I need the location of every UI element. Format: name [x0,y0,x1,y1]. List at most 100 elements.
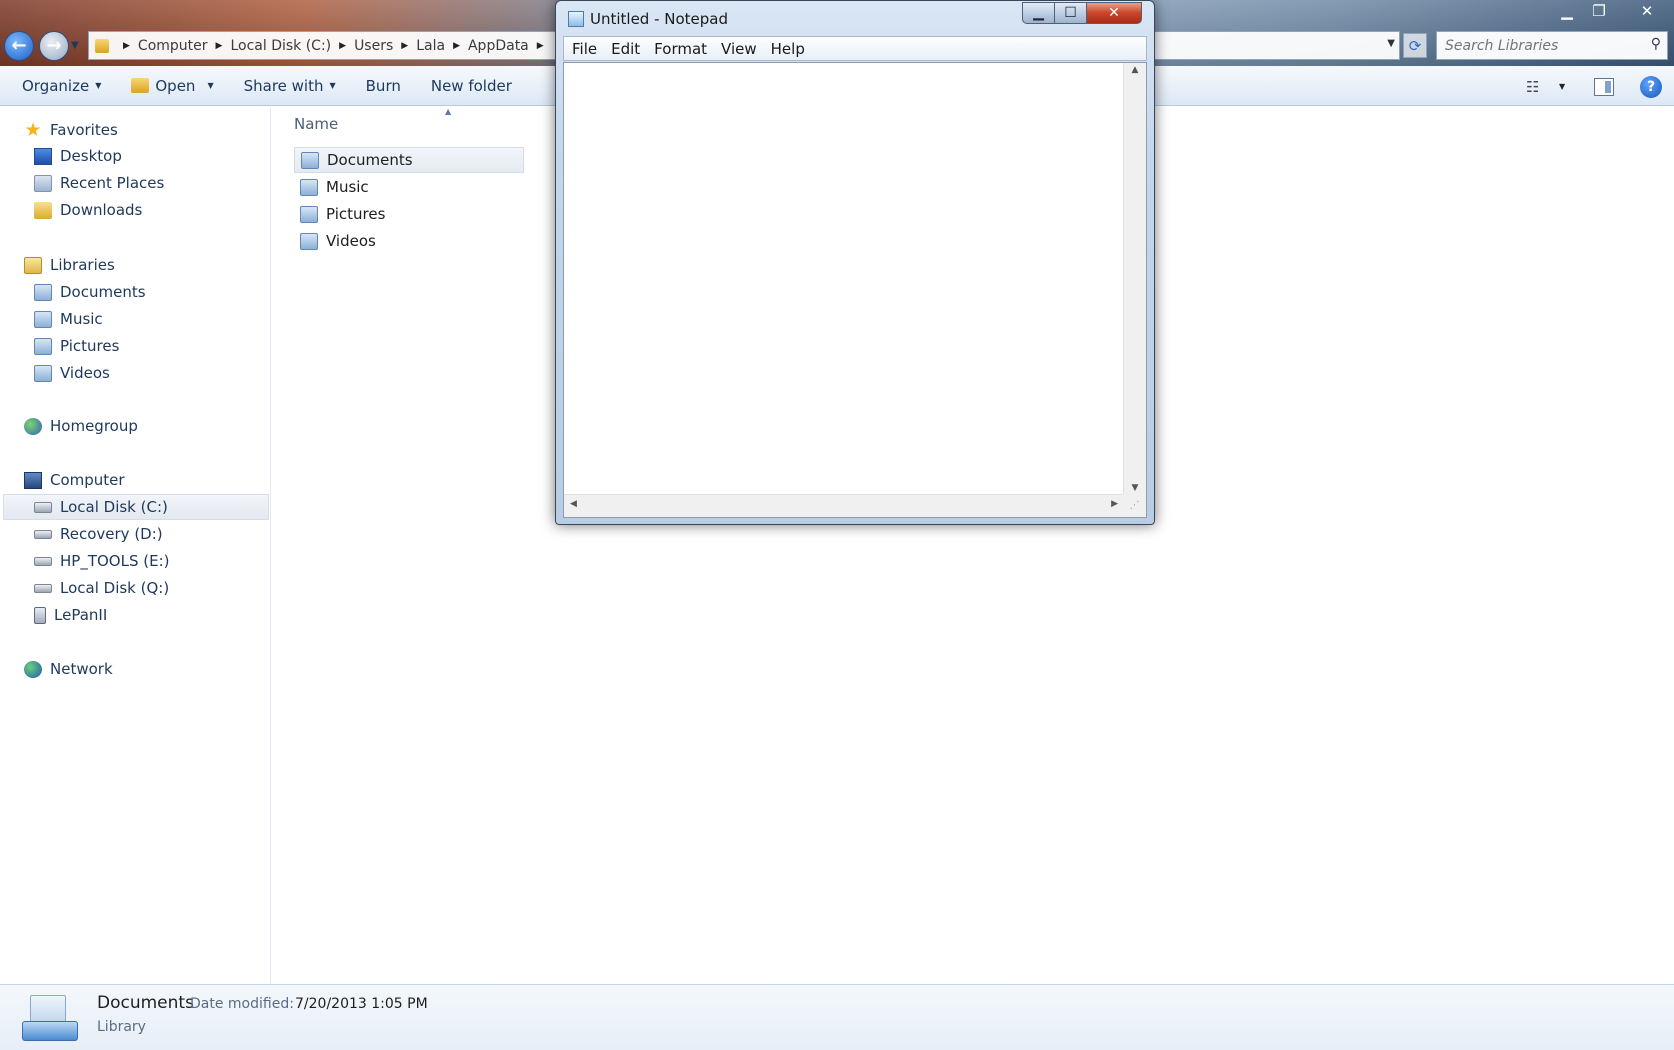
music-library-icon [300,178,318,196]
notepad-minimize-button[interactable]: ▁ [1022,2,1055,24]
nav-item-hp-tools-e[interactable]: HP_TOOLS (E:) [34,548,169,574]
menu-edit[interactable]: Edit [611,40,640,58]
breadcrumb-computer[interactable]: Computer [138,38,208,54]
nav-item-videos[interactable]: Videos [34,360,110,386]
nav-favorites[interactable]: ★ Favorites [24,117,117,143]
breadcrumb-label: Local Disk (C:) [230,37,332,54]
nav-label: Homegroup [50,417,138,435]
burn-button[interactable]: Burn [366,77,401,95]
homegroup-icon [24,417,42,435]
preview-pane-button[interactable] [1594,78,1614,96]
scroll-left-icon[interactable]: ◀ [570,499,577,509]
open-folder-icon [131,78,150,93]
nav-libraries[interactable]: Libraries [24,252,115,278]
explorer-restore-button[interactable]: ❐ [1582,0,1616,22]
nav-item-recovery-d[interactable]: Recovery (D:) [34,521,163,547]
organize-button[interactable]: Organize ▼ [22,77,101,95]
back-button[interactable]: ← [4,31,34,61]
nav-computer[interactable]: Computer [24,467,125,493]
notepad-text-input[interactable] [564,63,1124,495]
horizontal-scrollbar[interactable]: ◀ ▶ [564,494,1124,517]
breadcrumb-separator-icon[interactable]: ▶ [401,41,408,51]
folder-icon [95,38,109,53]
breadcrumb-separator-icon[interactable]: ▶ [216,41,223,51]
scroll-down-icon[interactable]: ▼ [1124,483,1146,493]
drive-icon [34,529,52,539]
breadcrumb-appdata[interactable]: AppData [468,38,529,54]
change-view-icon[interactable]: ☷ [1526,78,1539,96]
notepad-maximize-button[interactable]: ☐ [1054,2,1087,24]
breadcrumb-label: AppData [467,37,529,54]
file-label: Pictures [326,205,386,223]
breadcrumb-separator-icon[interactable]: ▶ [123,41,130,51]
recent-pages-dropdown[interactable]: ▼ [71,40,79,51]
nav-label: Downloads [60,201,143,219]
menu-view[interactable]: View [721,40,757,58]
breadcrumb-separator-icon[interactable]: ▶ [453,41,460,51]
file-row-pictures[interactable]: Pictures [294,201,524,227]
file-label: Music [326,178,369,196]
breadcrumb-users[interactable]: Users [354,38,393,54]
explorer-minimize-button[interactable]: ▁ [1550,0,1584,22]
nav-label: LePanII [54,606,108,624]
notepad-window: Untitled - Notepad ▁ ☐ ✕ File Edit Forma… [555,0,1155,525]
breadcrumb-separator-icon[interactable]: ▶ [537,41,544,51]
breadcrumb-local-disk-c[interactable]: Local Disk (C:) [230,38,331,54]
open-button[interactable]: Open ▼ [131,76,214,95]
menu-help[interactable]: Help [771,40,805,58]
nav-item-pictures[interactable]: Pictures [34,333,119,359]
nav-label: Recovery (D:) [60,525,163,543]
menu-format[interactable]: Format [654,40,707,58]
file-label: Videos [326,232,376,250]
file-row-videos[interactable]: Videos [294,228,524,254]
address-history-dropdown[interactable]: ▼ [1387,38,1395,49]
breadcrumb-separator-icon[interactable]: ▶ [339,41,346,51]
refresh-button[interactable]: ⟳ [1403,33,1427,58]
nav-item-lepanii[interactable]: LePanII [34,602,107,628]
share-with-button[interactable]: Share with ▼ [244,77,336,95]
help-button[interactable]: ? [1640,76,1662,98]
nav-item-documents[interactable]: Documents [34,279,146,305]
nav-item-local-disk-q[interactable]: Local Disk (Q:) [34,575,169,601]
navigation-pane: ★ Favorites Desktop Recent Places Downlo… [0,107,271,984]
column-header-name[interactable]: Name [294,115,338,133]
new-folder-button[interactable]: New folder [431,77,512,95]
drive-icon [34,583,52,593]
nav-item-recent-places[interactable]: Recent Places [34,170,164,196]
nav-item-music[interactable]: Music [34,306,103,332]
explorer-close-button[interactable]: ✕ [1630,0,1664,22]
nav-item-desktop[interactable]: Desktop [34,143,122,169]
open-label: Open [155,76,196,95]
nav-network[interactable]: Network [24,656,113,682]
forward-button[interactable]: → [39,31,69,61]
scroll-right-icon[interactable]: ▶ [1111,499,1118,509]
file-row-music[interactable]: Music [294,174,524,200]
chevron-down-icon[interactable]: ▼ [207,81,213,90]
help-icon: ? [1646,79,1656,95]
vertical-scrollbar[interactable]: ▲ ▼ [1123,63,1146,495]
documents-library-icon [34,283,52,301]
network-icon [24,660,42,678]
nav-item-downloads[interactable]: Downloads [34,197,142,223]
notepad-title: Untitled - Notepad [590,10,729,28]
search-icon[interactable]: ⚲ [1651,36,1661,52]
back-arrow-icon: ← [11,35,27,56]
file-row-documents[interactable]: Documents [294,147,524,173]
music-library-icon [34,310,52,328]
nav-label: Desktop [60,147,122,165]
search-input[interactable] [1437,32,1637,59]
scroll-up-icon[interactable]: ▲ [1124,65,1146,75]
nav-item-local-disk-c[interactable]: Local Disk (C:) [3,494,269,520]
search-box[interactable]: ⚲ [1436,31,1668,60]
nav-homegroup[interactable]: Homegroup [24,413,138,439]
nav-label: HP_TOOLS (E:) [60,552,170,570]
desktop-icon [34,147,52,165]
recent-places-icon [34,174,52,192]
resize-grip-icon[interactable]: ⋰ [1123,494,1146,517]
notepad-close-button[interactable]: ✕ [1086,2,1142,24]
menu-file[interactable]: File [572,40,597,58]
file-label: Documents [327,151,413,169]
breadcrumb-lala[interactable]: Lala [416,38,445,54]
details-item-name: Documents [97,993,194,1013]
view-options-chevron-down-icon[interactable]: ▼ [1559,82,1565,91]
